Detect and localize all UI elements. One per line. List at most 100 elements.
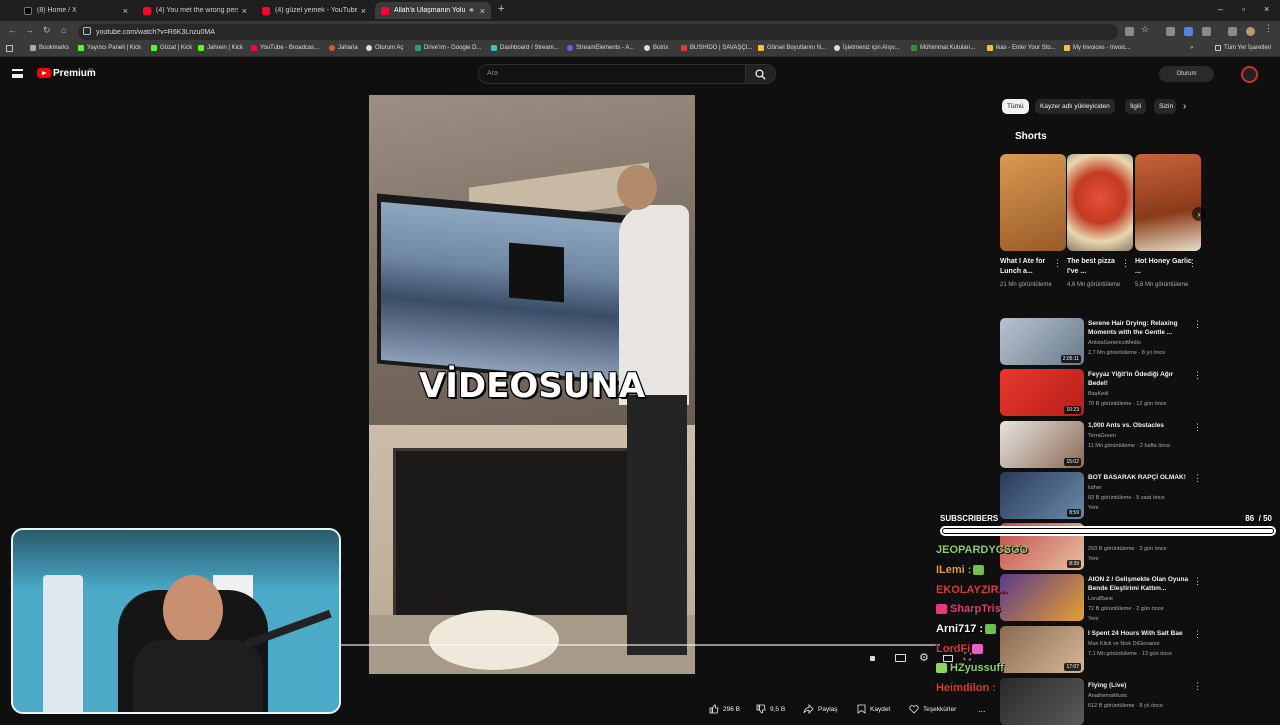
thanks-button[interactable]: Teşekkürler xyxy=(909,702,956,716)
more-options-icon[interactable]: ⋮ xyxy=(1188,258,1197,269)
video-thumbnail[interactable]: 10:23 xyxy=(1000,369,1084,416)
bookmark-item[interactable]: Drive'ım - Google D... xyxy=(415,45,482,51)
more-options-icon[interactable]: ⋮ xyxy=(1193,319,1202,330)
more-options-icon[interactable]: ⋮ xyxy=(1121,258,1130,269)
tab-youtube-1[interactable]: (4) You met the wrong person × xyxy=(137,2,253,19)
video-thumbnail[interactable] xyxy=(1000,574,1084,621)
channel-name[interactable]: LoralBane xyxy=(1088,594,1198,604)
new-tab-button[interactable]: + xyxy=(498,3,504,15)
bookmark-item[interactable]: YouTube - Broadcas... xyxy=(251,45,319,51)
video-title[interactable]: Feyyaz Yiğit'in Ödediği Ağır Bedel! xyxy=(1088,370,1190,388)
address-bar[interactable]: youtube.com/watch?v=R6K3Lnzu0MA xyxy=(78,24,1118,40)
bookmark-item[interactable]: Oturum Aç xyxy=(366,45,403,51)
bookmark-item[interactable]: Jaharia xyxy=(329,45,358,51)
bookmark-item[interactable]: StreamElements - A... xyxy=(567,45,634,51)
more-bookmarks-icon[interactable]: » xyxy=(1190,45,1193,51)
short-thumbnail[interactable] xyxy=(1067,154,1133,251)
extensions-puzzle-icon[interactable] xyxy=(1202,27,1211,36)
minimize-icon[interactable]: – xyxy=(1218,4,1223,14)
more-options-icon[interactable]: ⋮ xyxy=(1193,681,1202,692)
theater-mode-icon[interactable] xyxy=(943,655,953,662)
home-icon[interactable]: ⌂ xyxy=(61,25,66,35)
video-title[interactable]: 1,000 Ants vs. Obstacles xyxy=(1088,421,1190,430)
bookmark-item[interactable]: İşletmeniz için Alışv... xyxy=(834,45,900,51)
site-info-icon[interactable] xyxy=(83,27,91,35)
profile-avatar-icon[interactable] xyxy=(1246,27,1255,36)
video-title[interactable]: AION 2 / Gelişmekte Olan Oyuna Bende Ele… xyxy=(1088,575,1190,593)
subtitles-icon[interactable] xyxy=(895,654,906,662)
close-icon[interactable]: × xyxy=(242,6,247,16)
short-title[interactable]: What I Ate for Lunch a... xyxy=(1000,257,1058,277)
video-title[interactable]: Serene Hair Drying: Relaxing Moments wit… xyxy=(1088,319,1190,337)
forward-icon[interactable]: → xyxy=(25,25,34,35)
short-title[interactable]: The best pizza I've ... xyxy=(1067,257,1125,277)
more-options-icon[interactable]: ⋮ xyxy=(1193,629,1202,640)
short-title[interactable]: Hot Honey Garlic ... xyxy=(1135,257,1193,277)
more-actions-button[interactable]: ... xyxy=(978,702,986,716)
short-thumbnail[interactable] xyxy=(1000,154,1066,251)
maximize-icon[interactable]: ▫ xyxy=(1242,4,1245,14)
channel-name[interactable]: luther xyxy=(1088,483,1198,493)
more-options-icon[interactable]: ⋮ xyxy=(1193,422,1202,433)
extension-icon[interactable] xyxy=(1184,27,1193,36)
reload-icon[interactable]: ↻ xyxy=(43,25,51,36)
more-options-icon[interactable]: ⋮ xyxy=(1053,258,1062,269)
bookmark-item[interactable]: Jahrein | Kick xyxy=(198,45,243,51)
chip-related[interactable]: İlgili xyxy=(1125,99,1147,114)
bookmark-item[interactable]: Yayıncı Paneli | Kick xyxy=(78,45,141,51)
menu-dots-icon[interactable]: ⋮ xyxy=(1264,23,1273,33)
more-options-icon[interactable]: ⋮ xyxy=(1193,473,1202,484)
bookmark-item[interactable]: Dashboard / Stream... xyxy=(491,45,559,51)
close-icon[interactable]: × xyxy=(480,6,485,16)
video-progress-bar[interactable] xyxy=(340,644,940,646)
share-button[interactable]: Paylaş xyxy=(803,702,838,716)
search-input[interactable]: Ara xyxy=(478,64,746,84)
channel-name[interactable]: AnathemaMusic xyxy=(1088,691,1198,701)
video-title[interactable]: I Spent 24 Hours With Salt Bae xyxy=(1088,629,1190,638)
sidebar-icon[interactable] xyxy=(1228,27,1237,36)
more-options-icon[interactable]: ⋮ xyxy=(1193,370,1202,381)
more-options-icon[interactable]: ⋮ xyxy=(1193,576,1202,587)
close-icon[interactable]: × xyxy=(361,6,366,16)
video-thumbnail[interactable]: 17:07 xyxy=(1000,626,1084,673)
close-icon[interactable]: × xyxy=(123,6,128,16)
hamburger-menu-icon[interactable] xyxy=(12,69,23,78)
extension-icon[interactable] xyxy=(1166,27,1175,36)
search-button[interactable] xyxy=(746,64,776,84)
video-title[interactable]: Flying (Live) xyxy=(1088,681,1190,690)
bookmark-item[interactable]: Mühimmat Kutuları... xyxy=(911,45,975,51)
channel-name[interactable]: BaşKedi xyxy=(1088,389,1198,399)
channel-avatar[interactable] xyxy=(1241,66,1258,83)
channel-name[interactable]: Max Klick ve Nick DiGiovanni xyxy=(1088,639,1198,649)
miniplayer-icon[interactable] xyxy=(870,656,875,661)
tab-x-home[interactable]: (8) Home / X × xyxy=(18,2,134,19)
dislike-button[interactable]: 9,5 B xyxy=(756,702,785,716)
bookmark-item[interactable]: Gözat | Kick xyxy=(151,45,192,51)
apps-grid-icon[interactable] xyxy=(6,45,13,52)
bookmark-item[interactable]: Bookmarks xyxy=(30,45,69,51)
bookmark-item[interactable]: BUSHIDO | SAVAŞÇI... xyxy=(681,45,752,51)
chevron-right-icon[interactable]: › xyxy=(1183,101,1186,112)
chip-from-uploader[interactable]: Kayzer adlı yükleyiciden xyxy=(1035,99,1115,114)
channel-name[interactable]: ArtistaGenericoMedio xyxy=(1088,338,1198,348)
sign-in-button[interactable]: Oturum xyxy=(1159,66,1214,82)
video-thumbnail[interactable]: 2:05:11 xyxy=(1000,318,1084,365)
star-icon[interactable]: ☆ xyxy=(1141,24,1150,34)
bookmark-item[interactable]: Botrix xyxy=(644,45,668,51)
bookmark-item[interactable]: Görsel Boyutlarını N... xyxy=(758,45,826,51)
shorts-next-icon[interactable]: › xyxy=(1192,207,1206,221)
audio-playing-icon[interactable]: 🔊︎ xyxy=(469,7,473,15)
bookmark-item[interactable]: My Invoices - Invoic... xyxy=(1064,45,1131,51)
video-thumbnail[interactable] xyxy=(1000,678,1084,725)
settings-gear-icon[interactable]: ⚙ xyxy=(919,651,929,664)
tab-youtube-2[interactable]: (4) güzel yemek - YouTube × xyxy=(256,2,372,19)
short-thumbnail[interactable] xyxy=(1135,154,1201,251)
all-bookmarks[interactable]: Tüm Yer İşaretleri xyxy=(1215,45,1271,51)
youtube-logo-icon[interactable] xyxy=(37,68,51,78)
bookmark-item[interactable]: ikas - Enter Your Sto... xyxy=(987,45,1056,51)
tab-youtube-active[interactable]: Allah'a Ulaşmanın Yolu - Yo 🔊︎ × xyxy=(375,2,491,19)
chip-for-you[interactable]: Sizin xyxy=(1154,99,1176,114)
close-window-icon[interactable]: × xyxy=(1264,4,1269,14)
chip-all[interactable]: Tümü xyxy=(1002,99,1029,114)
save-button[interactable]: Kaydet xyxy=(857,702,890,716)
